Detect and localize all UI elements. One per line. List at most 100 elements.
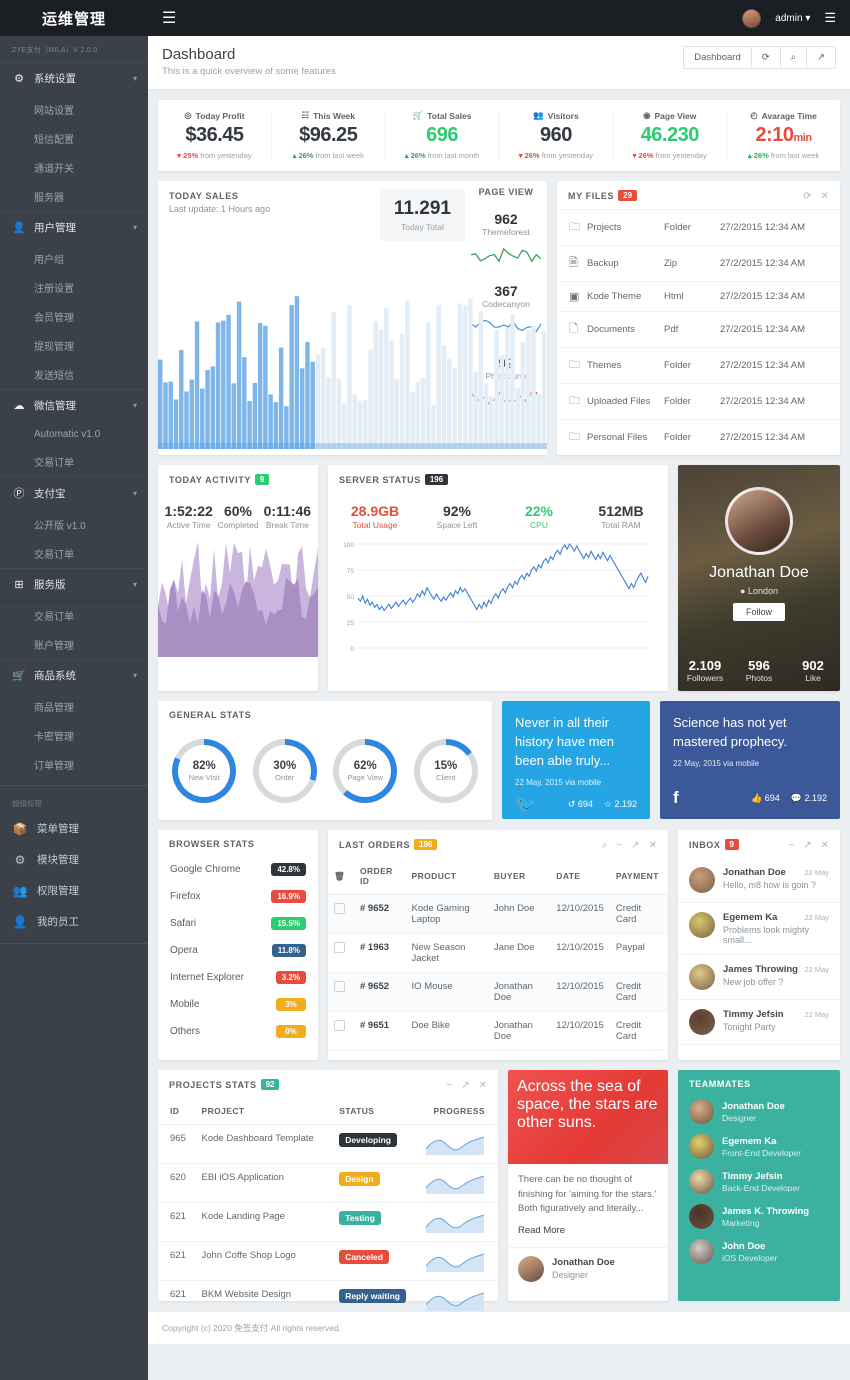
sidebar-admin-item-3[interactable]: 👤 我的员工 — [0, 906, 148, 937]
table-row[interactable]: 621 Kode Landing Page Testing — [158, 1202, 498, 1242]
stat-card-1: ☷ This Week $96.25 ▴ 26% from last week — [272, 110, 386, 160]
expand-icon[interactable]: ↗ — [461, 1080, 469, 1091]
sidebar-item-2-0[interactable]: Automatic v1.0 — [0, 422, 148, 447]
sidebar-group-0[interactable]: ⚙ 系统设置 ▾ — [0, 62, 148, 95]
row-checkbox[interactable] — [334, 942, 345, 953]
sidebar-item-5-0[interactable]: 商品管理 — [0, 692, 148, 721]
sidebar-item-5-1[interactable]: 卡密管理 — [0, 721, 148, 750]
teammate-row-1[interactable]: Egemem Ka Front-End Developer — [689, 1134, 829, 1159]
server-status-header: SERVER STATUS 196 — [328, 465, 668, 493]
close-icon[interactable]: ✕ — [649, 840, 657, 851]
file-row[interactable]: 🗀 Projects Folder 27/2/2015 12:34 AM — [557, 209, 840, 245]
minimize-icon[interactable]: − — [788, 840, 794, 851]
sidebar-item-5-2[interactable]: 订单管理 — [0, 750, 148, 779]
chart-button[interactable]: ↗ — [807, 47, 835, 68]
minimize-icon[interactable]: − — [616, 840, 622, 851]
cell-project-id: 621 — [158, 1241, 196, 1281]
inbox-row-1[interactable]: Egemem Ka 22 May Problems look mighty smal… — [678, 903, 840, 955]
expand-icon[interactable]: ↗ — [803, 840, 811, 851]
stat-label: Page View — [654, 110, 697, 121]
close-icon[interactable]: ✕ — [821, 191, 829, 202]
sidebar-item-0-1[interactable]: 短信配置 — [0, 124, 148, 153]
inbox-row-0[interactable]: Jonathan Doe 22 May Hello, m8 how is goin … — [678, 858, 840, 903]
sidebar-item-0-0[interactable]: 网站设置 — [0, 95, 148, 124]
sidebar-item-1-0[interactable]: 用户组 — [0, 244, 148, 273]
table-row[interactable]: 621 BKM Website Design Reply waiting — [158, 1280, 498, 1311]
follow-button[interactable]: Follow — [733, 603, 785, 621]
hamburger-icon[interactable]: ☰ — [162, 8, 176, 28]
pdf-icon: 🗋 — [569, 323, 578, 335]
right-panel-icon[interactable]: ☰ — [824, 10, 836, 26]
table-row[interactable]: # 9652 Kode Gaming Laptop John Doe 12/10/20… — [328, 894, 668, 934]
sidebar-item-3-1[interactable]: 交易订单 — [0, 539, 148, 568]
sidebar-item-2-1[interactable]: 交易订单 — [0, 447, 148, 476]
search-icon[interactable]: ⌕ — [602, 840, 608, 851]
close-icon[interactable]: ✕ — [479, 1080, 487, 1091]
file-row[interactable]: 🗀 Themes Folder 27/2/2015 12:34 AM — [557, 347, 840, 383]
teammate-row-4[interactable]: John Doe iOS Developer — [689, 1239, 829, 1264]
sidebar-item-0-3[interactable]: 服务器 — [0, 182, 148, 211]
chevron-down-icon: ▾ — [132, 488, 137, 498]
refresh-icon[interactable]: ⟳ — [803, 191, 811, 202]
sidebar-group-3[interactable]: Ⓟ 支付宝 ▾ — [0, 476, 148, 510]
last-orders-header: LAST ORDERS 196 ⌕ − ↗ ✕ — [328, 830, 668, 858]
refresh-button[interactable]: ⟳ — [751, 47, 781, 68]
file-row[interactable]: 🗀 Personal Files Folder 27/2/2015 12:34 AM — [557, 419, 840, 455]
sidebar-admin-item-1[interactable]: ⚙ 模块管理 — [0, 844, 148, 875]
stat-label: Avarage Time — [761, 110, 817, 121]
sidebar-group-2[interactable]: ☁ 微信管理 ▾ — [0, 389, 148, 422]
sidebar-group-1[interactable]: 👤 用户管理 ▾ — [0, 211, 148, 244]
file-row[interactable]: 🗎 Backup Zip 27/2/2015 12:34 AM — [557, 245, 840, 281]
table-row[interactable]: # 9651 Doe Bike Jonathan Doe 12/10/2015 Cred… — [328, 1011, 668, 1051]
sidebar-admin-item-2[interactable]: 👥 权限管理 — [0, 875, 148, 906]
general-stats-header: GENERAL STATS — [158, 701, 492, 727]
donut-ring: 15% Client — [413, 739, 478, 803]
avatar[interactable] — [742, 8, 762, 28]
sidebar-item-0-2[interactable]: 通道开关 — [0, 153, 148, 182]
progress-sparkline — [426, 1214, 485, 1233]
footer: Copyright (c) 2020 免签支付 All rights reser… — [148, 1311, 850, 1344]
brand[interactable]: 运维管理 — [0, 0, 148, 36]
inbox-row-2[interactable]: James Throwing 22 May New job offer ? — [678, 955, 840, 1000]
minimize-icon[interactable]: − — [446, 1080, 452, 1091]
cell-project-name: John Coffe Shop Logo — [195, 1241, 334, 1281]
table-row[interactable]: 620 EBI iOS Application Design — [158, 1163, 498, 1203]
metric-label: Total Usage — [352, 520, 398, 530]
sidebar-item-4-1[interactable]: 账户管理 — [0, 630, 148, 659]
file-date: 27/2/2015 12:34 AM — [720, 258, 806, 269]
cell-product: IO Mouse — [405, 972, 488, 1012]
table-row[interactable]: 621 John Coffe Shop Logo Canceled — [158, 1241, 498, 1281]
teammate-row-2[interactable]: Timmy Jefsin Back-End Developer — [689, 1169, 829, 1194]
sidebar-item-1-2[interactable]: 会员管理 — [0, 302, 148, 331]
file-row[interactable]: 🗋 Documents Pdf 27/2/2015 12:34 AM — [557, 311, 840, 347]
inbox-row-3[interactable]: Timmy Jefsin 22 May Tonight Party — [678, 1000, 840, 1045]
table-row[interactable]: # 1963 New Season Jacket Jane Doe 12/10/201… — [328, 933, 668, 973]
stat-icon: 👥 — [533, 110, 544, 120]
table-row[interactable]: 965 Kode Dashboard Template Developing — [158, 1124, 498, 1164]
table-row[interactable]: # 9652 IO Mouse Jonathan Doe 12/10/2015 Cred… — [328, 972, 668, 1012]
sidebar-group-5[interactable]: 🛒 商品系统 ▾ — [0, 659, 148, 692]
sidebar-item-1-1[interactable]: 注册设置 — [0, 273, 148, 302]
teammate-row-3[interactable]: James K. Throwing Marketing — [689, 1204, 829, 1229]
teammate-row-0[interactable]: Jonathan Doe Designer — [689, 1099, 829, 1124]
sidebar-item-3-0[interactable]: 公开版 v1.0 — [0, 510, 148, 539]
row-checkbox[interactable] — [334, 981, 345, 992]
file-row[interactable]: 🗀 Uploaded Files Folder 27/2/2015 12:34 AM — [557, 383, 840, 419]
trash-icon[interactable]: 🗑 — [328, 858, 354, 895]
row-checkbox[interactable] — [334, 1020, 345, 1031]
sidebar-item-4-0[interactable]: 交易订单 — [0, 601, 148, 630]
dashboard-button[interactable]: Dashboard — [684, 47, 752, 68]
article-author-text: Jonathan Doe Designer — [552, 1257, 615, 1280]
sidebar-admin-item-0[interactable]: 📦 菜单管理 — [0, 813, 148, 844]
expand-icon[interactable]: ↗ — [631, 840, 639, 851]
user-menu[interactable]: admin ▾ — [775, 13, 810, 24]
file-row[interactable]: ▣ Kode Theme Html 27/2/2015 12:34 AM — [557, 281, 840, 311]
sidebar-item-1-3[interactable]: 提现管理 — [0, 331, 148, 360]
search-button[interactable]: ⌕ — [780, 47, 808, 68]
sidebar-group-4[interactable]: ⊞ 服务版 ▾ — [0, 568, 148, 601]
cell-progress — [420, 1202, 498, 1242]
read-more-link[interactable]: Read More — [518, 1224, 658, 1239]
row-checkbox[interactable] — [334, 903, 345, 914]
close-icon[interactable]: ✕ — [821, 840, 829, 851]
sidebar-item-1-4[interactable]: 发送短信 — [0, 360, 148, 389]
